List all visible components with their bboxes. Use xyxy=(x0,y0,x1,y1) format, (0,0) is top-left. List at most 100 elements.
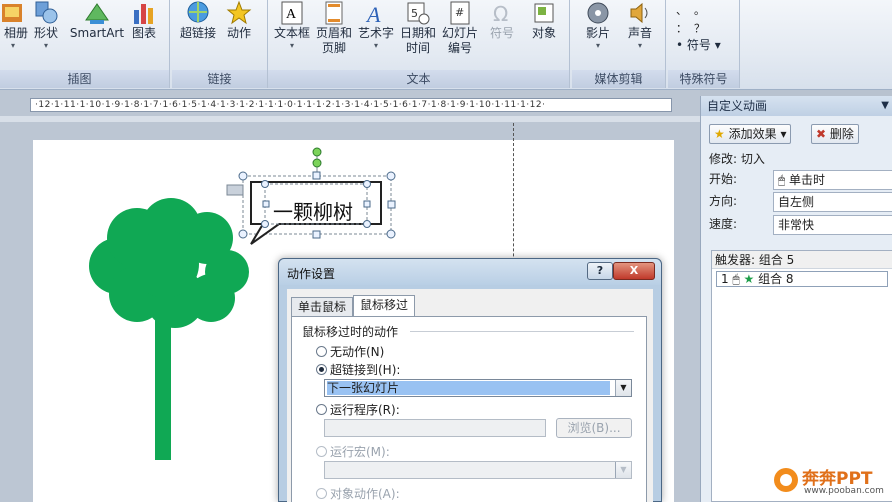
slide-number-label: 幻灯片 编号 xyxy=(441,26,478,55)
hyperlink-button[interactable]: 超链接 xyxy=(176,0,220,41)
speaker-icon xyxy=(630,2,648,24)
wordart-label: 艺术字 xyxy=(357,26,394,40)
group-label-text: 文本 xyxy=(268,70,569,88)
dialog-title: 动作设置 xyxy=(287,267,336,281)
movie-label: 影片 xyxy=(585,26,610,40)
hyperlink-label: 超链接 xyxy=(179,26,216,40)
svg-text:#: # xyxy=(455,6,464,19)
bar-chart-icon xyxy=(134,4,153,24)
tab-mouse-click[interactable]: 单击鼠标 xyxy=(291,297,354,317)
help-button[interactable]: ? xyxy=(587,262,613,280)
program-path-input[interactable] xyxy=(324,419,546,437)
start-label: 开始: xyxy=(709,172,738,186)
chevron-down-icon: ▾ xyxy=(595,41,600,50)
radio-object-action[interactable]: 对象动作(A): xyxy=(316,485,400,502)
hyperlink-select[interactable]: 下一张幻灯片 ▼ xyxy=(324,379,632,397)
smartart-button[interactable]: SmartArt xyxy=(68,0,126,41)
chevron-down-icon: ▾ xyxy=(373,41,378,50)
chart-button[interactable]: 图表 xyxy=(128,0,160,41)
close-button[interactable]: X xyxy=(613,262,655,280)
shapes-button[interactable]: 形状 ▾ xyxy=(30,0,62,51)
svg-text:5: 5 xyxy=(411,7,418,20)
pane-menu-chevron-icon[interactable]: ▼ xyxy=(881,96,889,116)
radio-hyperlink-label: 超链接到(H): xyxy=(330,363,401,377)
hyperlink-globe-icon xyxy=(187,1,209,23)
start-select[interactable]: 🖱 单击时 xyxy=(773,170,892,190)
dialog-titlebar[interactable]: 动作设置 ? X xyxy=(279,259,661,285)
sound-button[interactable]: 声音 ▾ xyxy=(620,0,660,51)
action-button[interactable]: 动作 xyxy=(222,0,256,41)
object-button[interactable]: 对象 xyxy=(524,0,564,41)
action-settings-dialog: 动作设置 ? X 单击鼠标 鼠标移过 鼠标移过时的动作 无动作(N) 超链接到(… xyxy=(278,258,662,502)
symbol-question[interactable]: ？ xyxy=(694,20,712,38)
symbol-period[interactable]: 。 xyxy=(694,2,712,20)
list-item[interactable]: 1 🖱 ★ 组合 8 xyxy=(716,271,888,287)
symbol-label: 符号 xyxy=(489,26,514,40)
shapes-label: 形状 xyxy=(33,26,58,40)
chevron-down-icon: ▾ xyxy=(289,41,294,50)
header-footer-button[interactable]: 页眉和 页脚 xyxy=(314,0,354,56)
horizontal-ruler[interactable]: ·12·1·11·1·10·1·9·1·8·1·7·1·6·1·5·1·4·1·… xyxy=(30,98,672,112)
photo-album-button[interactable]: 相册 ▾ xyxy=(0,0,28,51)
direction-label: 方向: xyxy=(709,194,738,208)
slide-number-icon: # xyxy=(450,1,470,25)
symbol-button[interactable]: Ω 符号 xyxy=(482,0,522,41)
hyperlink-selected-value: 下一张幻灯片 xyxy=(327,381,610,395)
symbol-colon[interactable]: ： xyxy=(676,20,694,38)
star-icon: ★ xyxy=(714,127,725,141)
trigger-header[interactable]: 触发器: 组合 5 xyxy=(712,251,892,269)
item-label: 组合 8 xyxy=(758,272,794,286)
object-icon xyxy=(534,3,554,23)
speed-select[interactable]: 非常快 xyxy=(773,215,892,235)
chevron-down-icon[interactable]: ▼ xyxy=(615,380,631,396)
textbox-label: 文本框 xyxy=(273,26,310,40)
dialog-body: 单击鼠标 鼠标移过 鼠标移过时的动作 无动作(N) 超链接到(H): 下一张幻灯… xyxy=(287,289,653,502)
radio-object-action-label: 对象动作(A): xyxy=(330,487,400,501)
delete-icon: ✖ xyxy=(816,127,827,141)
delete-button[interactable]: ✖ 删除 xyxy=(811,124,859,144)
radio-run-program[interactable]: 运行程序(R): xyxy=(316,401,400,418)
radio-run-program-label: 运行程序(R): xyxy=(330,403,400,417)
radio-dot xyxy=(316,346,327,357)
radio-dot xyxy=(316,488,327,499)
slide-number-button[interactable]: # 幻灯片 编号 xyxy=(440,0,480,56)
start-value: 单击时 xyxy=(789,173,826,187)
callout-text[interactable]: 一颗柳树 xyxy=(273,196,353,225)
mouse-over-panel: 鼠标移过时的动作 无动作(N) 超链接到(H): 下一张幻灯片 ▼ 运行程序(R… xyxy=(291,316,647,502)
radio-hyperlink[interactable]: 超链接到(H): xyxy=(316,361,400,378)
textbox-button[interactable]: A 文本框 ▾ xyxy=(272,0,312,51)
radio-run-macro-label: 运行宏(M): xyxy=(330,445,390,459)
pane-title: 自定义动画 ▼ xyxy=(701,96,892,116)
object-label: 对象 xyxy=(531,26,556,40)
photo-album-label: 相册 xyxy=(3,26,28,40)
action-star-icon xyxy=(226,0,252,25)
movie-button[interactable]: 影片 ▾ xyxy=(578,0,618,51)
chevron-down-icon[interactable]: ▼ xyxy=(615,462,631,478)
film-reel-icon xyxy=(587,2,609,24)
macro-select[interactable]: ▼ xyxy=(324,461,632,479)
group-links: 超链接 动作 链接 xyxy=(172,0,268,88)
ruler-ticks: ·12·1·11·1·10·1·9·1·8·1·7·1·6·1·5·1·4·1·… xyxy=(35,100,546,110)
group-label-links: 链接 xyxy=(172,70,267,88)
radio-dot xyxy=(316,364,327,375)
section-label: 鼠标移过时的动作 xyxy=(302,323,403,340)
symbol-comma-dunhao[interactable]: 、 xyxy=(676,2,694,20)
svg-text:A: A xyxy=(365,2,381,26)
sound-label: 声音 xyxy=(627,26,652,40)
section-divider xyxy=(410,331,634,332)
add-effect-button[interactable]: ★ 添加效果 ▾ xyxy=(709,124,792,144)
mouse-click-icon: 🖱 xyxy=(732,272,740,286)
tab-mouse-over[interactable]: 鼠标移过 xyxy=(353,295,416,317)
radio-run-macro[interactable]: 运行宏(M): xyxy=(316,443,390,460)
browse-button[interactable]: 浏览(B)... xyxy=(556,418,632,438)
radio-none[interactable]: 无动作(N) xyxy=(316,343,384,360)
special-symbol-dropdown[interactable]: • 符号 ▾ xyxy=(676,38,736,53)
group-illustrations: 相册 ▾ 形状 ▾ SmartArt 图表 插图 xyxy=(0,0,170,88)
date-time-button[interactable]: 5 日期和 时间 xyxy=(398,0,438,56)
group-media: 影片 ▾ 声音 ▾ 媒体剪辑 xyxy=(572,0,666,88)
ribbon: 相册 ▾ 形状 ▾ SmartArt 图表 插图 超链接 动作 链接 A 文本框… xyxy=(0,0,892,90)
smartart-label: SmartArt xyxy=(69,26,125,40)
direction-select[interactable]: 自左侧 xyxy=(773,192,892,212)
group-label-media: 媒体剪辑 xyxy=(572,70,665,88)
wordart-button[interactable]: A 艺术字 ▾ xyxy=(356,0,396,51)
